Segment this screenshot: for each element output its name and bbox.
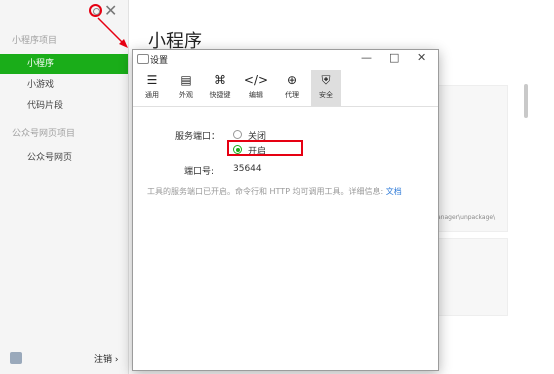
service-port-label: 服务端口： <box>175 132 221 142</box>
project-path: anager\unpackage\ <box>437 214 496 221</box>
project-card[interactable]: anager\unpackage\ <box>434 85 508 232</box>
tab-proxy[interactable]: ⊕ 代理 <box>277 70 307 106</box>
dialog-close-button[interactable]: ✕ <box>417 51 426 64</box>
shield-icon: ⛨ <box>321 73 331 87</box>
tab-general[interactable]: ☰ 通用 <box>137 70 167 106</box>
general-icon: ☰ <box>146 73 158 87</box>
tab-shortcut[interactable]: ⌘ 快捷键 <box>205 70 235 106</box>
project-card-placeholder[interactable] <box>434 238 508 316</box>
sidebar-item-miniprogram[interactable]: 小程序 <box>0 54 128 74</box>
tab-appearance[interactable]: ▤ 外观 <box>171 70 201 106</box>
dialog-titlebar: 设置 — □ ✕ <box>133 50 438 68</box>
settings-toolbar: ☰ 通用 ▤ 外观 ⌘ 快捷键 </> 编辑 ⊕ 代理 ⛨ 安全 <box>133 70 438 107</box>
tab-label: 通用 <box>145 91 159 99</box>
app-logo-icon <box>137 54 149 64</box>
section-title-web: 公众号网页项目 <box>12 129 76 139</box>
dialog-title: 设置 <box>150 56 169 66</box>
code-icon: </> <box>243 73 269 87</box>
tab-label: 代理 <box>285 91 299 99</box>
close-icon[interactable]: ✕ <box>104 1 117 20</box>
port-label: 端口号: <box>184 167 215 177</box>
info-note-text: 工具的服务端口已开启。命令行和 HTTP 均可调用工具。详细信息: <box>147 187 386 196</box>
globe-icon: ⊕ <box>286 73 298 87</box>
tab-security[interactable]: ⛨ 安全 <box>311 70 341 106</box>
port-value: 35644 <box>233 164 262 174</box>
radio-off[interactable] <box>233 130 242 139</box>
scrollbar[interactable] <box>524 84 528 118</box>
sidebar-item-code-snippet[interactable]: 代码片段 <box>0 96 128 116</box>
appearance-icon: ▤ <box>180 73 192 87</box>
sidebar: ✕ 小程序项目 小程序 小游戏 代码片段 公众号网页项目 公众号网页 注销 › <box>0 0 129 374</box>
shortcut-icon: ⌘ <box>214 73 226 87</box>
tab-label: 编辑 <box>249 91 263 99</box>
maximize-button[interactable]: □ <box>389 51 399 64</box>
settings-dialog: 设置 — □ ✕ ☰ 通用 ▤ 外观 ⌘ 快捷键 </> 编辑 ⊕ 代理 ⛨ 安… <box>132 49 439 371</box>
tab-editor[interactable]: </> 编辑 <box>241 70 271 106</box>
highlight-box <box>227 140 303 156</box>
logout-button[interactable]: 注销 › <box>94 352 118 365</box>
sidebar-item-web[interactable]: 公众号网页 <box>0 148 128 168</box>
section-title-miniprogram: 小程序项目 <box>12 36 58 46</box>
tab-label: 外观 <box>179 91 193 99</box>
tab-label: 快捷键 <box>209 91 231 99</box>
info-note: 工具的服务端口已开启。命令行和 HTTP 均可调用工具。详细信息: 文档 <box>147 186 415 198</box>
minimize-button[interactable]: — <box>361 51 372 64</box>
settings-gear-icon[interactable] <box>89 4 102 17</box>
tab-label: 安全 <box>319 91 333 99</box>
avatar[interactable] <box>10 352 22 364</box>
sidebar-item-minigame[interactable]: 小游戏 <box>0 75 128 95</box>
docs-link[interactable]: 文档 <box>386 187 402 196</box>
